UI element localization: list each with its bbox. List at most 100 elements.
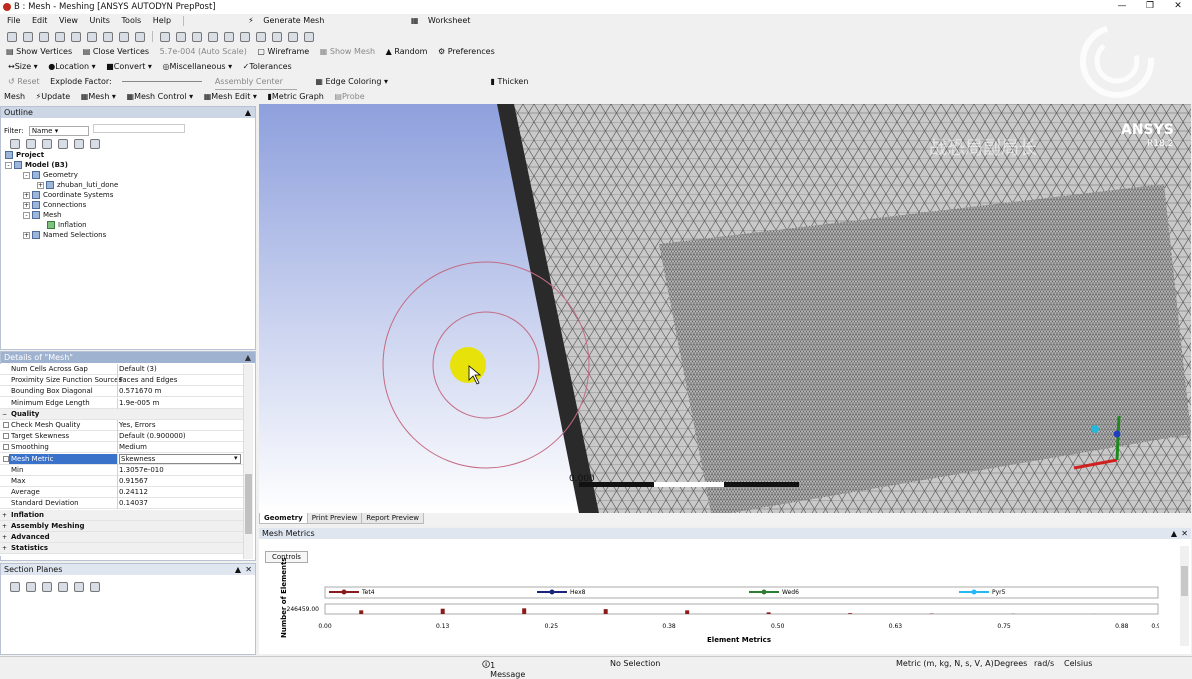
tree-all-icon[interactable] <box>58 139 68 149</box>
details-value[interactable]: Yes, Errors <box>119 421 155 429</box>
edit-plane-icon[interactable] <box>26 582 36 592</box>
dropdown-arrow-icon[interactable]: ▾ <box>234 454 238 462</box>
group-toggle[interactable]: − <box>2 411 7 418</box>
zoom-icon[interactable] <box>192 32 202 42</box>
tree-item-named-selections[interactable]: +Named Selections <box>23 231 106 240</box>
size-dropdown[interactable]: ↔Size ▾ <box>8 60 38 74</box>
graphics-viewport[interactable]: 0.000 ANSYS R18.2 战恐局副局长 <box>259 104 1191 513</box>
zoom-fit-icon[interactable] <box>224 32 234 42</box>
explode-slider[interactable] <box>122 81 202 82</box>
menu-help[interactable]: Help <box>153 15 171 27</box>
cap-icon[interactable] <box>74 582 84 592</box>
details-value[interactable]: Medium <box>119 443 147 451</box>
previous-view-icon[interactable] <box>256 32 266 42</box>
preferences-button[interactable]: ⚙ Preferences <box>438 45 495 59</box>
show-plane-icon[interactable] <box>58 582 68 592</box>
details-row[interactable]: Minimum Edge Length1.9e-005 m <box>0 398 243 409</box>
expand-toggle[interactable]: + <box>37 182 44 189</box>
tree-sort-icon[interactable] <box>90 139 100 149</box>
details-row[interactable]: Target SkewnessDefault (0.900000) <box>0 431 243 442</box>
tolerances-button[interactable]: ✓Tolerances <box>243 60 292 74</box>
details-value[interactable]: 0.571670 m <box>119 387 161 395</box>
convert-dropdown[interactable]: ■Convert ▾ <box>106 60 152 74</box>
expand-icon[interactable] <box>119 32 129 42</box>
assembly-center-dropdown[interactable]: Assembly Center <box>215 75 297 90</box>
tree-collapse-icon[interactable] <box>26 139 36 149</box>
metric-graph-button[interactable]: ▮Metric Graph <box>267 90 323 104</box>
next-view-icon[interactable] <box>272 32 282 42</box>
close-window-button[interactable]: ✕ <box>1164 0 1192 14</box>
select-mode-icon[interactable] <box>7 32 17 42</box>
details-row[interactable]: Average0.24112 <box>0 487 243 498</box>
scroll-thumb[interactable] <box>245 474 252 534</box>
tree-item-geometry[interactable]: -Geometry <box>23 171 78 180</box>
body-icon[interactable] <box>87 32 97 42</box>
pin-icon[interactable]: ▲ <box>245 352 251 363</box>
details-row[interactable]: −Quality <box>0 409 243 420</box>
tree-folder-icon[interactable] <box>74 139 84 149</box>
metrics-scrollbar[interactable] <box>1180 546 1189 646</box>
tree-expand-icon[interactable] <box>10 139 20 149</box>
menu-file[interactable]: File <box>7 15 20 27</box>
minimize-button[interactable]: — <box>1108 0 1136 14</box>
unit-system[interactable]: Metric (m, kg, N, s, V, A) <box>896 659 994 668</box>
delete-plane-icon[interactable] <box>42 582 52 592</box>
details-row[interactable]: +Assembly Meshing <box>0 521 243 532</box>
details-row[interactable]: Max0.91567 <box>0 476 243 487</box>
tab-geometry[interactable]: Geometry <box>259 513 308 524</box>
details-value[interactable]: Skewness <box>119 454 241 464</box>
details-row[interactable]: Min1.3057e-010 <box>0 465 243 476</box>
edge-icon[interactable] <box>55 32 65 42</box>
viewports-icon[interactable] <box>304 32 314 42</box>
pin-icon[interactable]: ▲ <box>1171 528 1177 539</box>
restore-button[interactable]: ❐ <box>1136 0 1164 14</box>
filter-input[interactable] <box>93 124 185 133</box>
update-button[interactable]: ⚡Update <box>36 90 71 104</box>
tree-item-coordinate-systems[interactable]: +Coordinate Systems <box>23 191 113 200</box>
details-row[interactable]: Proximity Size Function SourcesFaces and… <box>0 375 243 386</box>
menu-view[interactable]: View <box>59 15 78 27</box>
collapse-toggle[interactable]: - <box>23 172 30 179</box>
details-row[interactable]: SmoothingMedium <box>0 442 243 453</box>
close-icon[interactable]: ✕ <box>1181 528 1188 539</box>
temperature-units[interactable]: Celsius <box>1064 659 1092 668</box>
wireframe-button[interactable]: ▢ Wireframe <box>257 45 309 59</box>
tab-print-preview[interactable]: Print Preview <box>307 513 363 524</box>
details-value[interactable]: Faces and Edges <box>119 376 177 384</box>
mesh-edit-dropdown[interactable]: ▦Mesh Edit ▾ <box>204 90 257 104</box>
show-mesh-button[interactable]: ▦ Show Mesh <box>320 45 375 59</box>
pan-icon[interactable] <box>176 32 186 42</box>
face-icon[interactable] <box>71 32 81 42</box>
details-row[interactable]: Check Mesh QualityYes, Errors <box>0 420 243 431</box>
expand-toggle[interactable]: + <box>23 232 30 239</box>
new-plane-icon[interactable] <box>10 582 20 592</box>
location-dropdown[interactable]: ●Location ▾ <box>48 60 95 74</box>
group-toggle[interactable]: + <box>2 534 7 541</box>
box-zoom-icon[interactable] <box>208 32 218 42</box>
details-row[interactable]: Num Cells Across GapDefault (3) <box>0 364 243 375</box>
tree-next-icon[interactable] <box>42 139 52 149</box>
details-value[interactable]: Default (3) <box>119 365 157 373</box>
extend-icon[interactable] <box>103 32 113 42</box>
tree-item-model[interactable]: -Model (B3) <box>5 161 68 170</box>
details-row[interactable]: Bounding Box Diagonal0.571670 m <box>0 386 243 397</box>
menu-units[interactable]: Units <box>90 15 110 27</box>
reset-button[interactable]: ↺ Reset <box>8 75 40 89</box>
close-vertices-button[interactable]: ▤ Close Vertices <box>83 45 149 59</box>
worksheet-button[interactable]: ▦ Worksheet <box>411 15 473 27</box>
point-icon[interactable] <box>39 32 49 42</box>
random-colors-button[interactable]: ▲ Random <box>386 45 428 59</box>
menu-edit[interactable]: Edit <box>32 15 48 27</box>
show-vertices-button[interactable]: ▤ Show Vertices <box>6 45 72 59</box>
mesh-control-dropdown[interactable]: ▦Mesh Control ▾ <box>127 90 194 104</box>
tree-item-mesh[interactable]: -Mesh <box>23 211 61 220</box>
filter-dropdown[interactable]: Name ▾ <box>29 126 89 136</box>
miscellaneous-dropdown[interactable]: ◎Miscellaneous ▾ <box>162 60 232 74</box>
menu-tools[interactable]: Tools <box>122 15 142 27</box>
expand-toggle[interactable]: + <box>23 192 30 199</box>
generate-mesh-button[interactable]: ⚡ Generate Mesh <box>248 15 326 27</box>
rotate-icon[interactable] <box>160 32 170 42</box>
tree-item-project[interactable]: Project <box>5 151 44 160</box>
angle-units[interactable]: Degrees <box>994 659 1027 668</box>
checkbox[interactable] <box>3 433 9 439</box>
